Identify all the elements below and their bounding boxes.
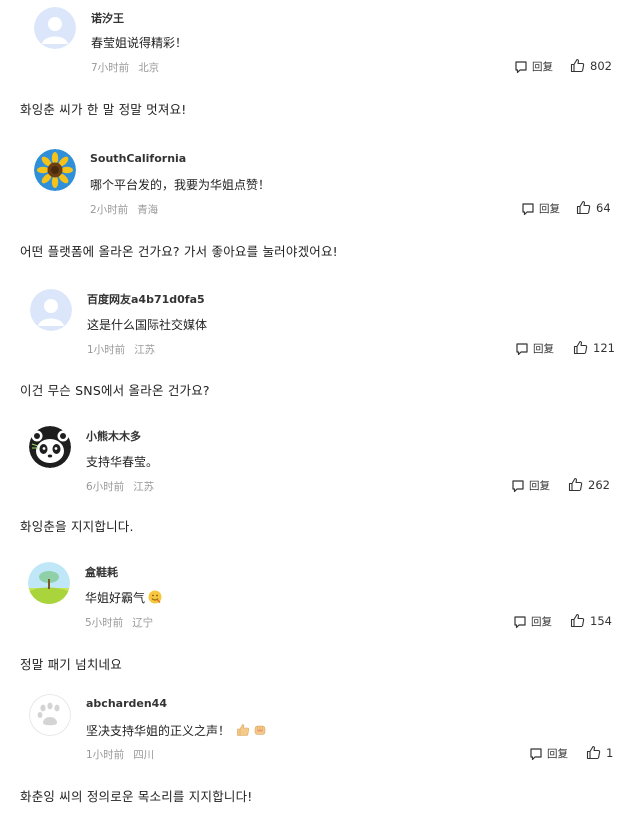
like-count: 1 (606, 745, 614, 760)
thumbs-up-icon (570, 613, 585, 628)
comment-time: 2小时前 (90, 204, 129, 216)
comment-item: 诺汐王 春莹姐说得精彩！ 7小时前 北京 回复 802 (0, 0, 631, 100)
thumbs-up-icon (586, 745, 601, 760)
avatar[interactable] (30, 289, 72, 331)
comment-meta: 7小时前 北京 (91, 60, 159, 75)
avatar[interactable] (34, 7, 76, 49)
comment-location: 四川 (133, 749, 155, 761)
thumbs-up-emoji-icon (236, 723, 250, 740)
comment-item: 盒鞋耗 华姐好霸气 5小时前 辽宁 回复 154 (0, 555, 631, 655)
comment-meta: 6小时前 江苏 (86, 479, 154, 494)
reply-label: 回复 (533, 343, 554, 355)
username[interactable]: 百度网友a4b71d0fa5 (87, 291, 205, 307)
comment-bubble-icon (512, 479, 524, 492)
username[interactable]: abcharden44 (86, 697, 167, 710)
comment-text: 坚决支持华姐的正义之声！ (86, 722, 267, 740)
avatar[interactable] (28, 562, 70, 604)
reply-label: 回复 (531, 616, 552, 628)
comment-bubble-icon (522, 202, 534, 215)
reply-button[interactable]: 回复 (521, 201, 560, 216)
like-button[interactable]: 802 (570, 58, 612, 73)
thumbs-up-icon (570, 58, 585, 73)
translation-text: 어떤 플랫폼에 올라온 건가요? 가서 좋아요를 눌러야겠어요! (20, 244, 338, 259)
reply-label: 回复 (532, 61, 553, 73)
reply-button[interactable]: 回复 (511, 478, 550, 493)
fist-emoji-icon (253, 723, 267, 740)
comment-text: 哪个平台发的，我要为华姐点赞！ (90, 178, 271, 192)
comment-bubble-icon (514, 615, 526, 628)
comment-meta: 1小时前 四川 (86, 747, 154, 762)
translation-text: 화잉춘 씨가 한 말 정말 멋져요! (20, 102, 187, 117)
username[interactable]: 诺汐王 (91, 10, 124, 26)
comment-text: 华姐好霸气 (85, 589, 162, 607)
avatar[interactable] (34, 149, 76, 191)
comment-item: abcharden44 坚决支持华姐的正义之声！ 1小时前 四川 回复 1 (0, 688, 631, 788)
like-count: 121 (593, 340, 615, 355)
like-button[interactable]: 262 (568, 477, 610, 492)
comment-time: 6小时前 (86, 481, 125, 493)
reply-label: 回复 (547, 748, 568, 760)
like-count: 154 (590, 613, 612, 628)
username[interactable]: 盒鞋耗 (85, 564, 118, 580)
username[interactable]: 小熊木木多 (86, 428, 141, 444)
comment-item: 百度网友a4b71d0fa5 这是什么国际社交媒体 1小时前 江苏 回复 121 (0, 282, 631, 382)
like-button[interactable]: 121 (573, 340, 615, 355)
comment-meta: 1小时前 江苏 (87, 342, 155, 357)
like-count: 802 (590, 58, 612, 73)
reply-button[interactable]: 回复 (513, 614, 552, 629)
reply-label: 回复 (539, 203, 560, 215)
comment-text: 春莹姐说得精彩！ (91, 36, 188, 50)
comment-text-body: 坚决支持华姐的正义之声！ (86, 724, 231, 738)
like-count: 64 (596, 200, 611, 215)
translation-text: 이건 무슨 SNS에서 올라온 건가요? (20, 383, 210, 398)
comment-location: 北京 (138, 62, 160, 74)
comment-meta: 2小时前 青海 (90, 202, 158, 217)
like-count: 262 (588, 477, 610, 492)
translation-text: 정말 패기 넘치네요 (20, 657, 122, 672)
reply-button[interactable]: 回复 (514, 59, 553, 74)
translation-text: 화잉춘을 지지합니다. (20, 519, 134, 534)
comment-text: 这是什么国际社交媒体 (87, 318, 208, 332)
comment-time: 5小时前 (85, 617, 124, 629)
comment-location: 辽宁 (132, 617, 154, 629)
thumbs-up-icon (576, 200, 591, 215)
thumbs-up-icon (573, 340, 588, 355)
reply-button[interactable]: 回复 (515, 341, 554, 356)
strong-emoji-icon (148, 590, 162, 607)
reply-label: 回复 (529, 480, 550, 492)
comment-time: 1小时前 (87, 344, 126, 356)
comment-time: 1小时前 (86, 749, 125, 761)
comment-location: 江苏 (133, 481, 155, 493)
thumbs-up-icon (568, 477, 583, 492)
like-button[interactable]: 1 (586, 745, 613, 760)
translation-text: 화춘잉 씨의 정의로운 목소리를 지지합니다! (20, 789, 253, 804)
username[interactable]: SouthCalifornia (90, 152, 186, 165)
comment-text-body: 华姐好霸气 (85, 591, 146, 605)
comment-location: 江苏 (134, 344, 156, 356)
comment-time: 7小时前 (91, 62, 130, 74)
like-button[interactable]: 64 (576, 200, 611, 215)
comment-item: SouthCalifornia 哪个平台发的，我要为华姐点赞！ 2小时前 青海 回… (0, 142, 631, 242)
like-button[interactable]: 154 (570, 613, 612, 628)
comment-bubble-icon (530, 747, 542, 760)
reply-button[interactable]: 回复 (529, 746, 568, 761)
comment-bubble-icon (516, 342, 528, 355)
avatar[interactable] (29, 426, 71, 468)
comment-bubble-icon (515, 60, 527, 73)
comment-text: 支持华春莹。 (86, 455, 159, 469)
avatar[interactable] (29, 694, 71, 736)
comment-meta: 5小时前 辽宁 (85, 615, 153, 630)
comment-location: 青海 (137, 204, 159, 216)
comment-item: 小熊木木多 支持华春莹。 6小时前 江苏 回复 262 (0, 419, 631, 519)
